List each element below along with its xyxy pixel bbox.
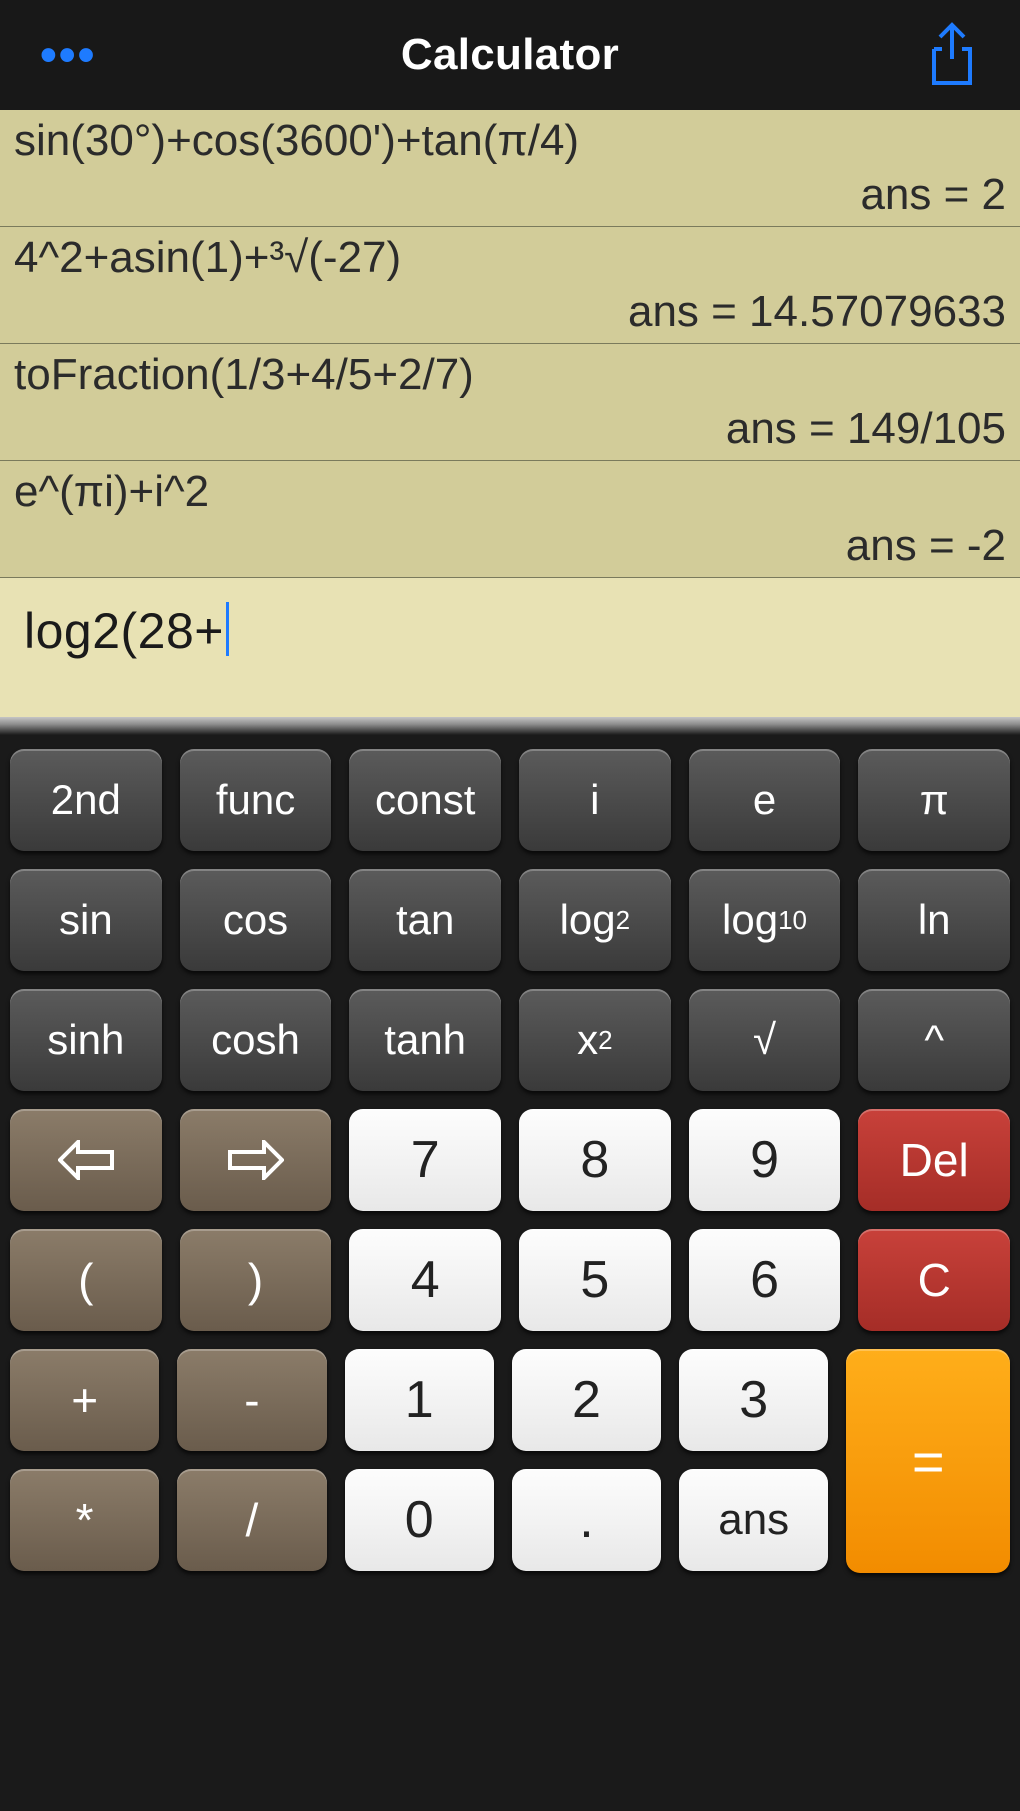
history-ans: ans = -2 [14, 521, 1006, 571]
history-expr: toFraction(1/3+4/5+2/7) [14, 350, 1006, 400]
key-5[interactable]: 5 [519, 1229, 671, 1331]
key-pow[interactable]: ^ [858, 989, 1010, 1091]
key-divide[interactable]: / [177, 1469, 326, 1571]
key-tan[interactable]: tan [349, 869, 501, 971]
history-ans: ans = 2 [14, 170, 1006, 220]
key-equals[interactable]: = [846, 1349, 1010, 1573]
key-dot[interactable]: . [512, 1469, 661, 1571]
key-sqrt[interactable]: √ [689, 989, 841, 1091]
key-ans[interactable]: ans [679, 1469, 828, 1571]
key-func[interactable]: func [180, 749, 332, 851]
key-0[interactable]: 0 [345, 1469, 494, 1571]
key-sin[interactable]: sin [10, 869, 162, 971]
keypad: 2nd func const i e π sin cos tan log2 lo… [0, 735, 1020, 1811]
history-row[interactable]: toFraction(1/3+4/5+2/7) ans = 149/105 [0, 344, 1020, 461]
key-i[interactable]: i [519, 749, 671, 851]
history-expr: e^(πi)+i^2 [14, 467, 1006, 517]
key-7[interactable]: 7 [349, 1109, 501, 1211]
key-pi[interactable]: π [858, 749, 1010, 851]
key-ln[interactable]: ln [858, 869, 1010, 971]
key-x2[interactable]: x2 [519, 989, 671, 1091]
key-log10[interactable]: log10 [689, 869, 841, 971]
more-menu-button[interactable]: ••• [40, 28, 120, 83]
key-2nd[interactable]: 2nd [10, 749, 162, 851]
key-lparen[interactable]: ( [10, 1229, 162, 1331]
key-1[interactable]: 1 [345, 1349, 494, 1451]
key-rparen[interactable]: ) [180, 1229, 332, 1331]
share-button[interactable] [900, 21, 980, 89]
history-ans: ans = 149/105 [14, 404, 1006, 454]
expression-input[interactable]: log2(28+ [0, 577, 1020, 717]
cursor-icon [226, 602, 229, 656]
key-cursor-right[interactable] [180, 1109, 332, 1211]
arrow-left-icon [58, 1140, 114, 1180]
key-sinh[interactable]: sinh [10, 989, 162, 1091]
key-3[interactable]: 3 [679, 1349, 828, 1451]
key-const[interactable]: const [349, 749, 501, 851]
key-e[interactable]: e [689, 749, 841, 851]
key-clear[interactable]: C [858, 1229, 1010, 1331]
history-expr: 4^2+asin(1)+³√(-27) [14, 233, 1006, 283]
key-plus[interactable]: + [10, 1349, 159, 1451]
key-cos[interactable]: cos [180, 869, 332, 971]
history-row[interactable]: e^(πi)+i^2 ans = -2 [0, 461, 1020, 577]
divider [0, 717, 1020, 735]
key-4[interactable]: 4 [349, 1229, 501, 1331]
history-row[interactable]: sin(30°)+cos(3600')+tan(π/4) ans = 2 [0, 110, 1020, 227]
key-log2[interactable]: log2 [519, 869, 671, 971]
key-8[interactable]: 8 [519, 1109, 671, 1211]
key-multiply[interactable]: * [10, 1469, 159, 1571]
key-2[interactable]: 2 [512, 1349, 661, 1451]
page-title: Calculator [120, 30, 900, 80]
key-minus[interactable]: - [177, 1349, 326, 1451]
history-expr: sin(30°)+cos(3600')+tan(π/4) [14, 116, 1006, 166]
key-cosh[interactable]: cosh [180, 989, 332, 1091]
expression-text: log2(28+ [24, 602, 224, 660]
share-icon [924, 21, 980, 89]
key-tanh[interactable]: tanh [349, 989, 501, 1091]
key-del[interactable]: Del [858, 1109, 1010, 1211]
history-row[interactable]: 4^2+asin(1)+³√(-27) ans = 14.57079633 [0, 227, 1020, 344]
arrow-right-icon [228, 1140, 284, 1180]
key-9[interactable]: 9 [689, 1109, 841, 1211]
history-ans: ans = 14.57079633 [14, 287, 1006, 337]
history-list: sin(30°)+cos(3600')+tan(π/4) ans = 2 4^2… [0, 110, 1020, 577]
key-6[interactable]: 6 [689, 1229, 841, 1331]
key-cursor-left[interactable] [10, 1109, 162, 1211]
